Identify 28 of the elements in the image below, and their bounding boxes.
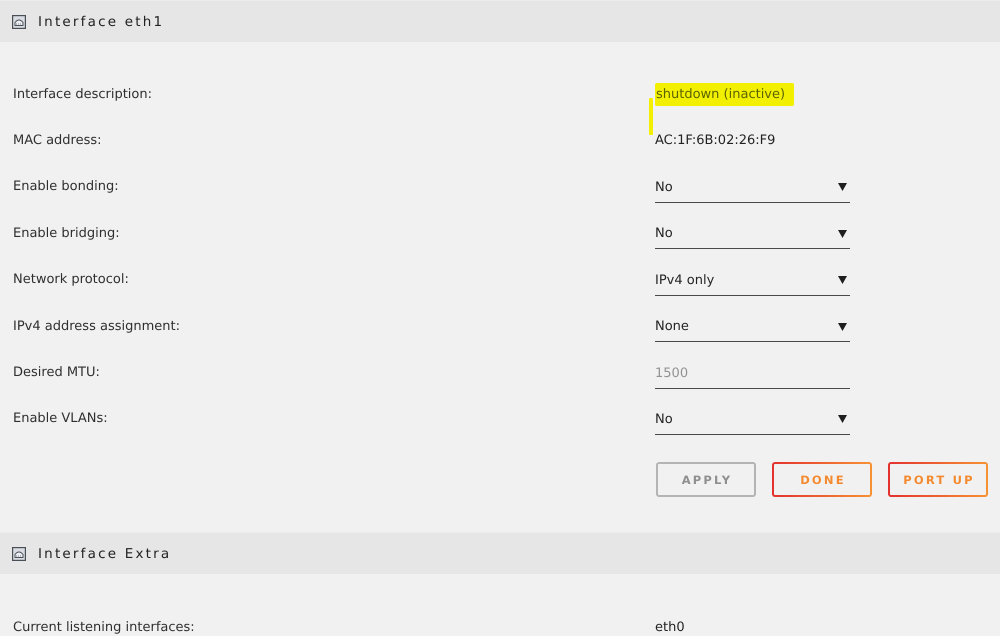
- field-label: Current listening interfaces:: [13, 620, 195, 635]
- field-label: Desired MTU:: [13, 365, 100, 380]
- section-title: Interface Extra: [38, 546, 172, 562]
- dropdown-field[interactable]: None: [655, 310, 850, 342]
- dropdown-field[interactable]: IPv4 only: [655, 264, 850, 296]
- text-input[interactable]: 1500: [655, 356, 850, 389]
- port-icon: [12, 14, 26, 28]
- caret-icon: [838, 183, 847, 192]
- highlight-mark: [649, 98, 653, 136]
- field-value: shutdown (inactive): [655, 82, 794, 106]
- field-label: MAC address:: [13, 133, 102, 148]
- dropdown-field[interactable]: No: [655, 170, 850, 203]
- section-title: Interface eth1: [38, 14, 164, 30]
- caret-icon: [838, 415, 847, 424]
- caret-icon: [838, 322, 847, 331]
- dropdown-field[interactable]: No: [655, 402, 850, 435]
- field-label: Enable bonding:: [13, 179, 119, 194]
- field-value: AC:1F:6B:02:26:F9: [655, 133, 776, 148]
- dropdown-field[interactable]: No: [655, 217, 850, 250]
- field-label: IPv4 address assignment:: [13, 318, 180, 334]
- field-label: Enable VLANs:: [13, 411, 108, 426]
- caret-icon: [838, 276, 847, 284]
- field-label: Interface description:: [13, 86, 152, 102]
- caret-icon: [838, 230, 847, 238]
- port-icon: [12, 546, 26, 561]
- field-label: Enable bridging:: [13, 226, 120, 241]
- field-value: eth0: [655, 620, 685, 635]
- field-label: Network protocol:: [13, 272, 129, 288]
